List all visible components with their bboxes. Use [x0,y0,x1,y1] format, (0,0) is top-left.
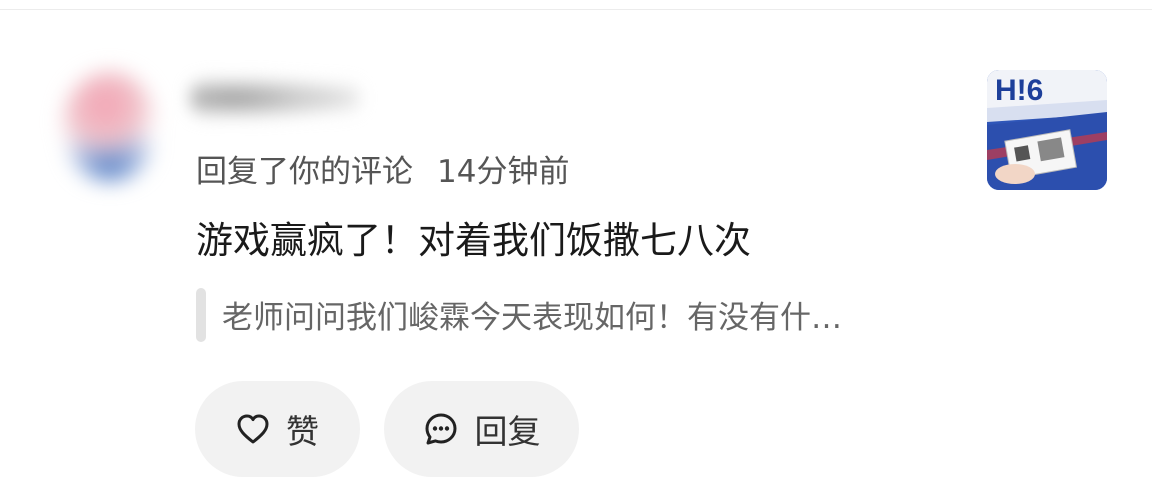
avatar[interactable] [62,72,158,182]
top-divider [0,9,1152,10]
quoted-comment-text[interactable]: 老师问问我们峻霖今天表现如何！有没有什… [222,292,842,337]
reply-button[interactable]: 回复 [384,381,579,477]
post-thumbnail[interactable]: H!6 [987,70,1107,190]
username-blurred[interactable] [190,76,360,120]
notification-meta: 回复了你的评论 14分钟前 [196,146,569,190]
heart-outline-icon [237,414,269,444]
like-button[interactable]: 赞 [195,381,360,477]
action-text: 回复了你的评论 [196,153,413,190]
reply-comment-text[interactable]: 游戏赢疯了！对着我们饭撒七八次 [196,210,751,264]
post-thumbnail-image: H!6 [987,70,1107,190]
timestamp: 14分钟前 [437,153,570,190]
speech-bubble-dots-icon [425,413,456,445]
reply-label: 回复 [474,412,541,451]
like-label: 赞 [286,412,319,451]
thumbnail-logo-text: H!6 [995,74,1043,107]
quote-bar [196,288,206,342]
